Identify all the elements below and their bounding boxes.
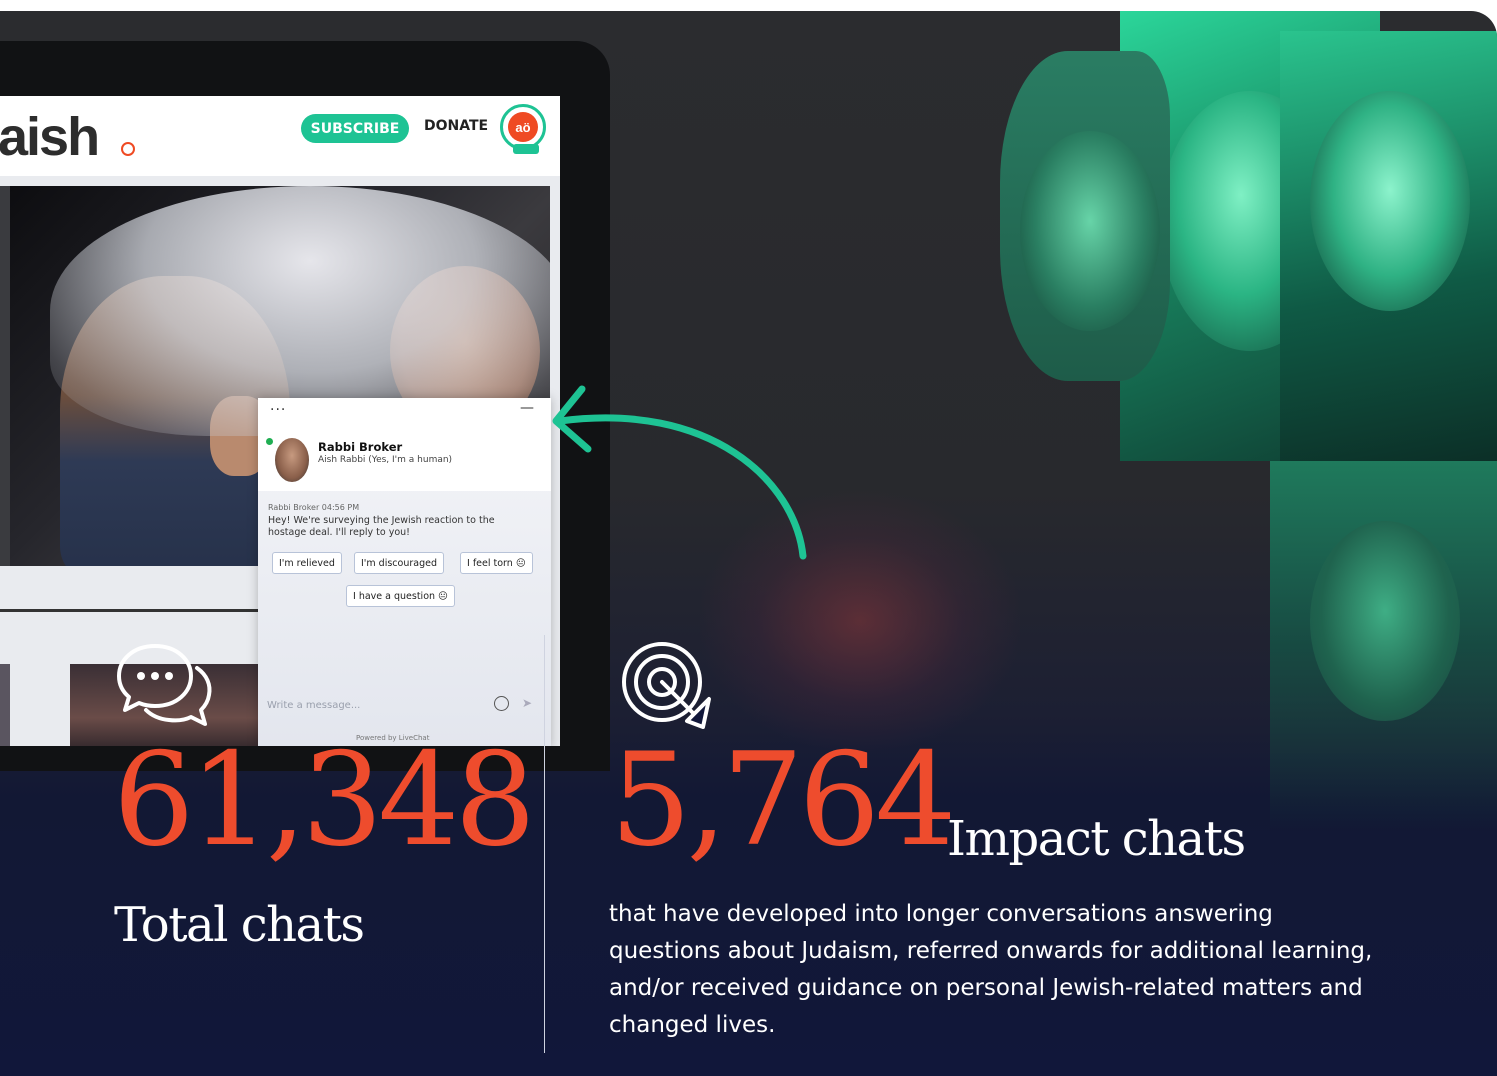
impact-chats-value: 5,764 — [610, 726, 956, 875]
faces-collage-image — [980, 11, 1497, 831]
site-header: aish SUBSCRIBE DONATE aö — [0, 96, 560, 176]
quick-reply-button[interactable]: I'm discouraged — [354, 552, 444, 574]
badge-icon[interactable]: aö — [500, 104, 546, 154]
flame-icon — [121, 142, 135, 156]
quick-reply-button[interactable]: I'm relieved — [272, 552, 342, 574]
message-meta: Rabbi Broker 04:56 PM — [268, 503, 360, 512]
impact-description: that have developed into longer conversa… — [609, 901, 1373, 1038]
badge-text: aö — [508, 112, 538, 142]
minimize-icon[interactable]: — — [520, 400, 534, 416]
badge-tag — [513, 144, 539, 154]
emoji-icon[interactable] — [494, 696, 509, 711]
chat-menu-icon[interactable]: ··· — [270, 402, 286, 418]
target-icon — [622, 642, 711, 729]
message-input[interactable]: Write a message... — [267, 700, 360, 711]
impact-chats-label: Impact chats — [947, 811, 1246, 867]
curved-arrow-icon — [552, 385, 807, 560]
agent-role: Aish Rabbi (Yes, I'm a human) — [318, 455, 453, 465]
collage-tile — [1000, 51, 1170, 381]
stats-divider — [544, 635, 545, 1053]
page-divider — [0, 609, 258, 612]
donate-button[interactable]: DONATE — [424, 118, 488, 140]
total-chats-value: 61,348 — [113, 726, 536, 875]
livechat-widget: ··· — Rabbi Broker Aish Rabbi (Yes, I'm … — [258, 398, 551, 746]
total-chats-label: Total chats — [114, 897, 365, 953]
agent-name: Rabbi Broker — [318, 440, 403, 454]
message-text: Hey! We're surveying the Jewish reaction… — [268, 515, 495, 538]
laptop-screen: aish SUBSCRIBE DONATE aö ··· — Rabbi Bro… — [0, 96, 560, 746]
quick-reply-button[interactable]: I feel torn 😐 — [460, 552, 533, 574]
laptop-mockup: aish SUBSCRIBE DONATE aö ··· — Rabbi Bro… — [0, 41, 610, 771]
online-status-icon — [266, 438, 273, 445]
collage-tile — [1280, 31, 1497, 461]
infographic-panel: aish SUBSCRIBE DONATE aö ··· — Rabbi Bro… — [0, 11, 1497, 1076]
chat-header: ··· — Rabbi Broker Aish Rabbi (Yes, I'm … — [258, 398, 551, 491]
collage-tile — [1270, 461, 1497, 831]
agent-avatar — [275, 438, 309, 482]
quick-reply-button[interactable]: I have a question 😐 — [346, 585, 455, 607]
aish-logo[interactable]: aish — [0, 106, 100, 168]
chat-bubbles-icon — [117, 644, 212, 726]
send-icon[interactable]: ➤ — [522, 696, 532, 710]
thumbnail[interactable] — [0, 664, 10, 746]
subscribe-button[interactable]: SUBSCRIBE — [301, 114, 409, 143]
side-strip — [0, 186, 10, 566]
